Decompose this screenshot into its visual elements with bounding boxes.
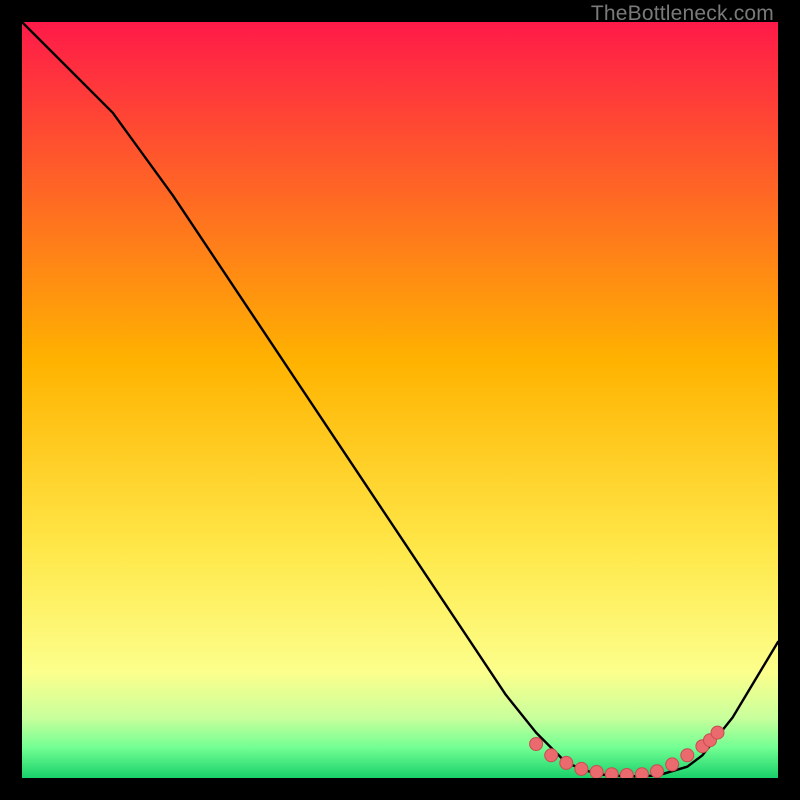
highlight-dot xyxy=(530,738,543,751)
highlight-dot xyxy=(605,768,618,778)
bottleneck-chart xyxy=(22,22,778,778)
highlight-dot xyxy=(635,768,648,778)
highlight-dot xyxy=(560,756,573,769)
chart-area xyxy=(22,22,778,778)
highlight-dot xyxy=(575,762,588,775)
highlight-dot xyxy=(620,769,633,779)
highlight-dot xyxy=(681,749,694,762)
highlight-dot xyxy=(545,749,558,762)
gradient-background xyxy=(22,22,778,778)
highlight-dot xyxy=(590,766,603,779)
attribution-text: TheBottleneck.com xyxy=(591,2,774,26)
highlight-dot xyxy=(711,726,724,739)
highlight-dot xyxy=(666,758,679,771)
highlight-dot xyxy=(651,765,664,778)
